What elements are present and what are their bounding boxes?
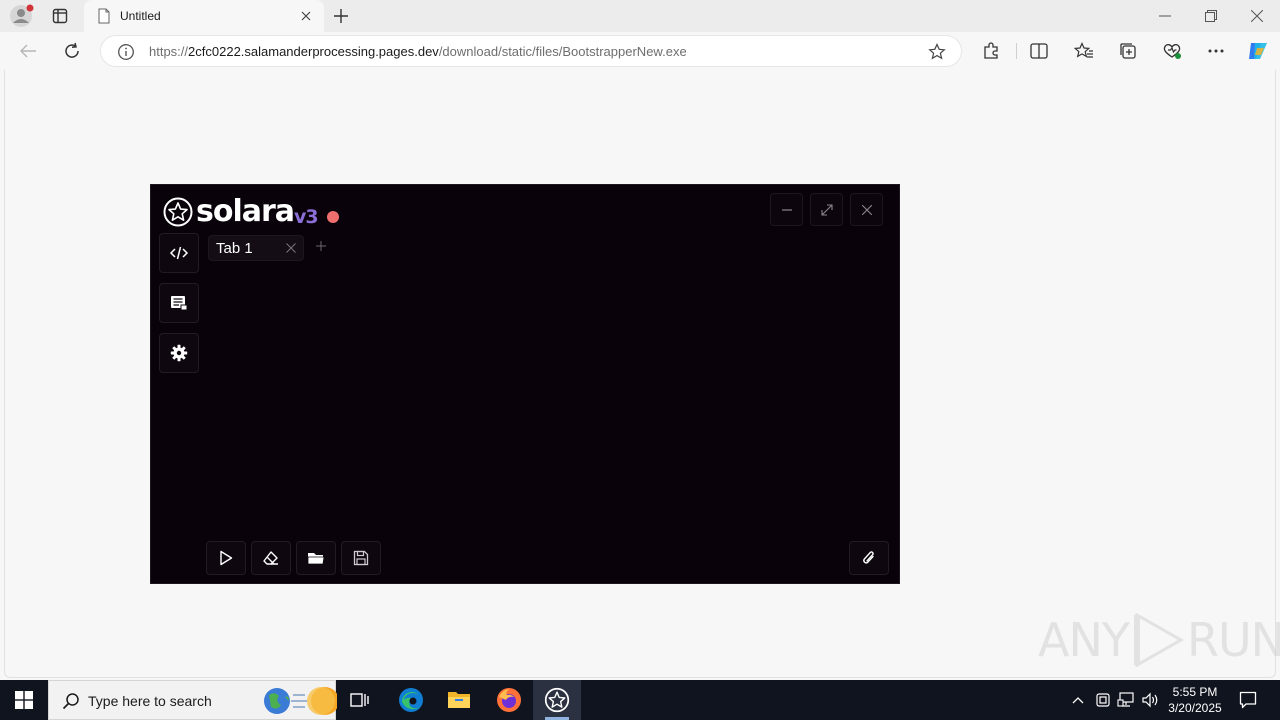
- attach-button[interactable]: [849, 541, 889, 575]
- minimize-window-button[interactable]: [1150, 6, 1180, 26]
- watermark-left-text: ANY: [1038, 613, 1130, 667]
- status-indicator: [327, 211, 339, 223]
- file-explorer-icon[interactable]: [435, 680, 483, 720]
- url-scheme: https://: [149, 44, 189, 59]
- taskbar-clock[interactable]: 5:55 PM 3/20/2025: [1166, 684, 1224, 716]
- more-menu-icon[interactable]: [1204, 40, 1228, 62]
- script-list-icon: [171, 296, 188, 311]
- add-editor-tab-icon[interactable]: [314, 239, 328, 253]
- save-file-button[interactable]: [341, 541, 381, 575]
- close-editor-tab-icon[interactable]: [285, 242, 297, 254]
- browser-tab[interactable]: Untitled: [84, 0, 324, 32]
- windows-start-icon[interactable]: [0, 680, 48, 720]
- meet-now-icon[interactable]: [1093, 690, 1113, 710]
- page-icon: [96, 8, 112, 24]
- taskbar-search-box[interactable]: Type here to search: [48, 680, 337, 720]
- solara-window: solara v3 Tab 1: [150, 184, 900, 584]
- clock-date: 3/20/2025: [1168, 701, 1222, 715]
- code-editor-button[interactable]: [159, 233, 199, 273]
- paperclip-icon: [863, 551, 874, 564]
- network-icon[interactable]: [1116, 690, 1136, 710]
- refresh-icon[interactable]: [60, 40, 84, 62]
- open-file-button[interactable]: [296, 541, 336, 575]
- search-placeholder: Type here to search: [88, 693, 212, 709]
- close-tab-icon[interactable]: [298, 8, 314, 24]
- close-window-button[interactable]: [1242, 6, 1272, 26]
- save-icon: [353, 550, 369, 566]
- solara-close-button[interactable]: [850, 193, 883, 226]
- toolbar-divider: [1016, 43, 1017, 59]
- solara-name: solara: [196, 194, 295, 229]
- back-arrow-icon[interactable]: [16, 40, 40, 62]
- solara-maximize-button[interactable]: [810, 193, 843, 226]
- browser-essentials-icon[interactable]: [1160, 40, 1184, 62]
- search-icon: [61, 691, 81, 711]
- solara-star-logo-icon: [163, 197, 193, 227]
- solara-minimize-button[interactable]: [770, 193, 803, 226]
- play-triangle-watermark-icon: [1133, 612, 1185, 668]
- favorites-icon[interactable]: [1072, 40, 1096, 62]
- code-icon: [169, 246, 189, 260]
- address-bar[interactable]: https://2cfc0222.salamanderprocessing.pa…: [100, 35, 962, 67]
- browser-toolbar: https://2cfc0222.salamanderprocessing.pa…: [0, 32, 1280, 70]
- clock-time: 5:55 PM: [1172, 685, 1218, 699]
- tab-title: Untitled: [120, 9, 161, 23]
- collections-icon[interactable]: [1116, 40, 1140, 62]
- edge-browser-icon[interactable]: [387, 680, 435, 720]
- browser-tab-strip: Untitled: [0, 0, 1280, 32]
- search-highlight-globe-icon: [264, 687, 337, 715]
- gear-icon: [170, 344, 188, 362]
- eraser-icon: [263, 551, 278, 565]
- url-host: 2cfc0222.salamanderprocessing.pages.dev: [188, 44, 439, 59]
- new-tab-button[interactable]: [330, 6, 352, 26]
- show-hidden-icons-chevron-icon[interactable]: [1068, 690, 1088, 710]
- notifications-icon[interactable]: [1236, 688, 1260, 712]
- solara-logo: solara v3: [163, 194, 319, 229]
- solara-version: v3: [294, 206, 319, 228]
- solara-taskbar-icon[interactable]: [533, 680, 581, 720]
- clear-button[interactable]: [251, 541, 291, 575]
- anyrun-watermark: ANY RUN: [1038, 608, 1280, 672]
- volume-icon[interactable]: [1140, 690, 1160, 710]
- tab-actions-icon[interactable]: [48, 6, 72, 26]
- script-hub-button[interactable]: [159, 283, 199, 323]
- restore-window-button[interactable]: [1196, 6, 1226, 26]
- execute-button[interactable]: [206, 541, 246, 575]
- extensions-icon[interactable]: [979, 40, 1003, 62]
- copilot-icon[interactable]: [1245, 40, 1271, 62]
- profile-avatar-icon[interactable]: [8, 4, 34, 28]
- split-screen-icon[interactable]: [1027, 40, 1051, 62]
- task-view-icon[interactable]: [336, 680, 384, 720]
- editor-tab-label: Tab 1: [216, 240, 253, 257]
- watermark-right-text: RUN: [1186, 613, 1280, 667]
- taskbar: Type here to search 5:55 PM 3/20/2025: [0, 680, 1280, 720]
- site-info-icon[interactable]: [117, 43, 135, 61]
- settings-button[interactable]: [159, 333, 199, 373]
- url-text[interactable]: https://2cfc0222.salamanderprocessing.pa…: [149, 44, 687, 59]
- add-favorite-star-icon[interactable]: [927, 42, 947, 62]
- url-path: /download/static/files/BootstrapperNew.e…: [438, 44, 687, 59]
- editor-tab[interactable]: Tab 1: [208, 235, 304, 261]
- play-icon: [220, 550, 233, 566]
- firefox-icon[interactable]: [485, 680, 533, 720]
- folder-icon: [307, 552, 325, 564]
